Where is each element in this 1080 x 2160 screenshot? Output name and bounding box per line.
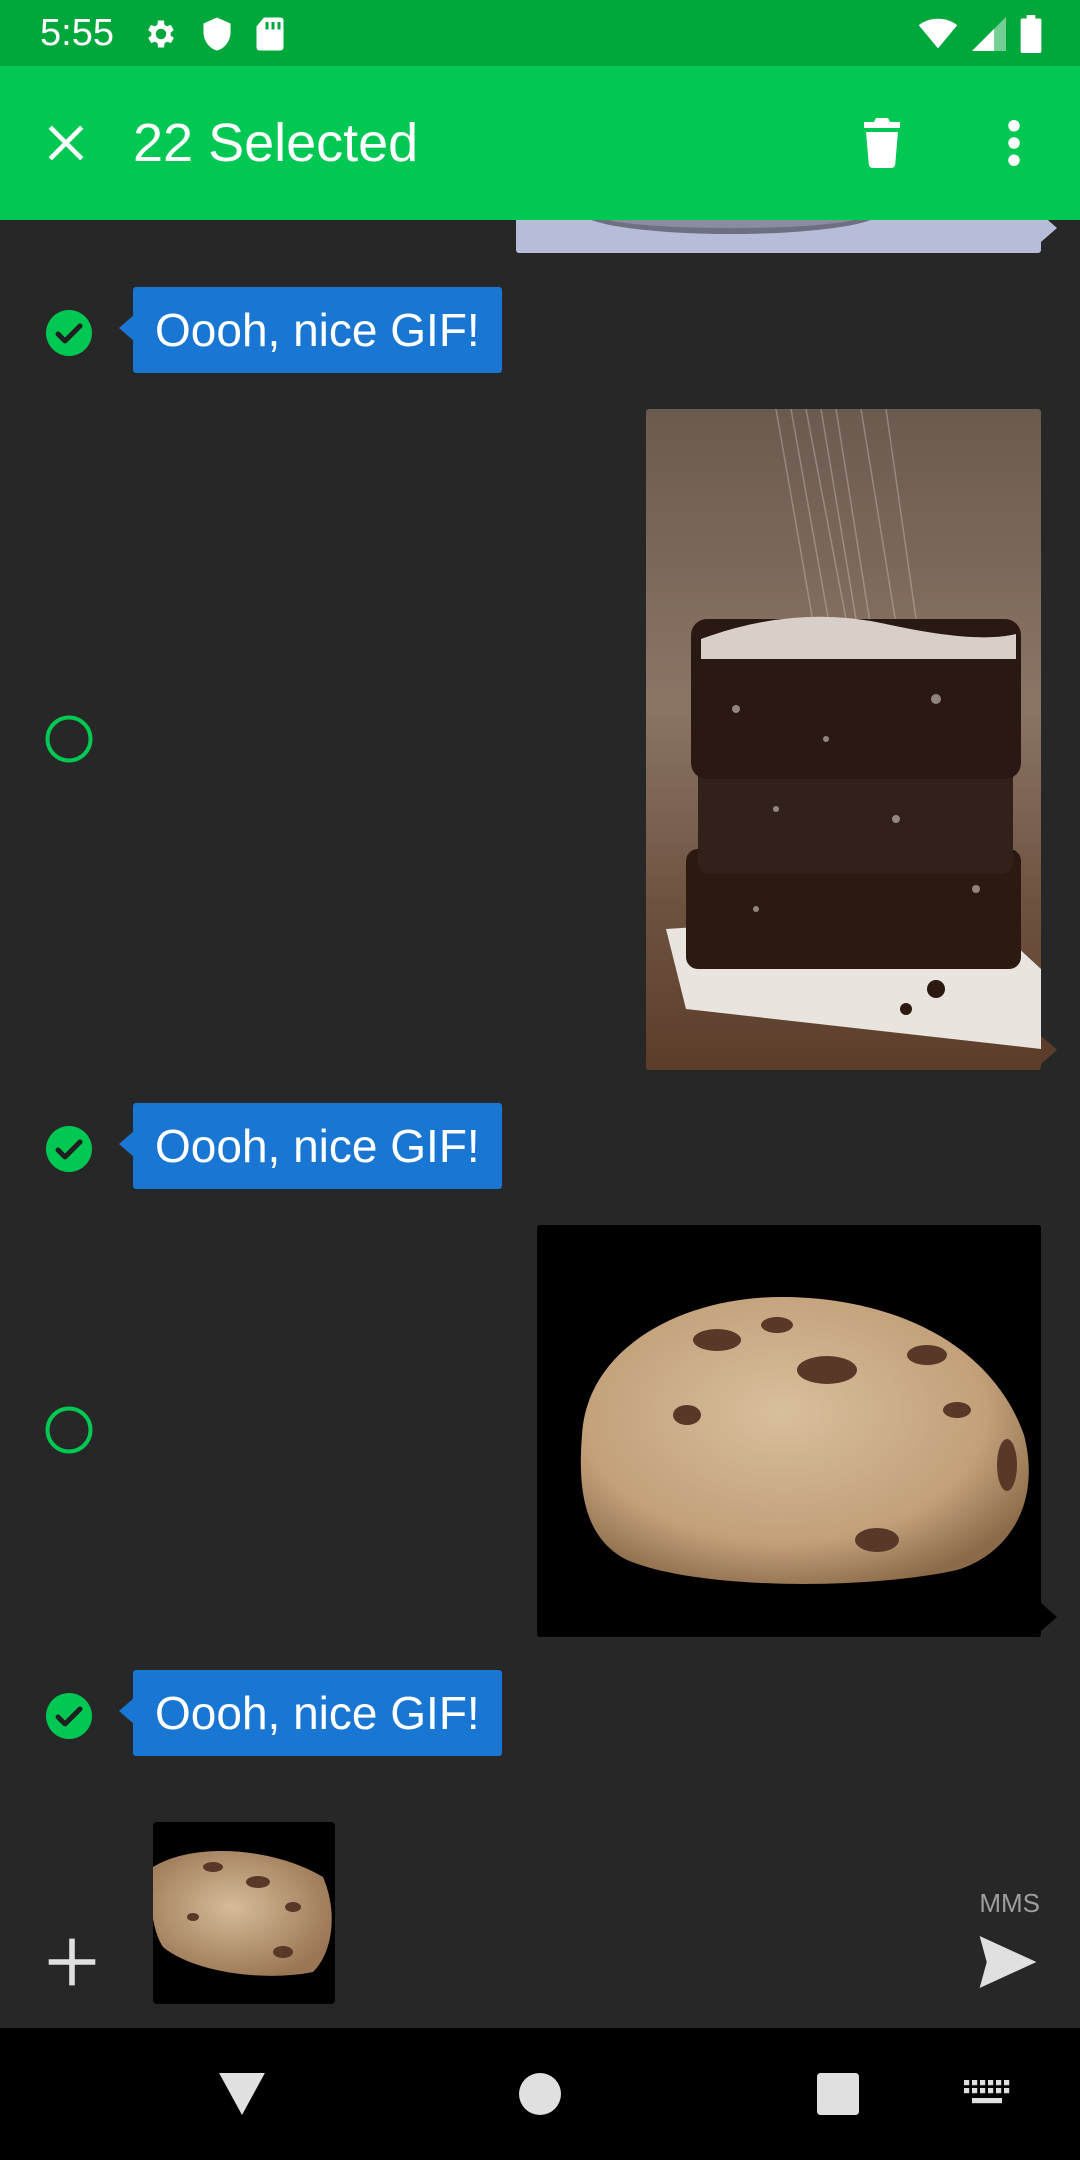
- message-bubble[interactable]: Oooh, nice GIF!: [119, 1103, 502, 1189]
- bubble-tail: [119, 1697, 135, 1725]
- selection-app-bar: 22 Selected: [0, 66, 1080, 220]
- nav-home-button[interactable]: [496, 2050, 584, 2138]
- attachment-thumbnail[interactable]: [153, 1822, 335, 2004]
- status-bar: 5:55: [0, 0, 1080, 66]
- message-text: Oooh, nice GIF!: [155, 304, 480, 356]
- home-circle-icon: [519, 2073, 561, 2115]
- status-right-icons: [918, 14, 1042, 54]
- nav-keyboard-button[interactable]: [943, 2050, 1031, 2138]
- trash-icon: [864, 118, 900, 168]
- compose-bar: MMS: [0, 1808, 1080, 2028]
- keyboard-icon: [964, 2080, 1010, 2104]
- messaging-screen: 5:55 22 Selected Oooh, nice GIF! Oooh, n…: [0, 0, 1080, 2160]
- gear-icon: [143, 16, 179, 52]
- bubble-tail: [119, 314, 135, 342]
- delete-button[interactable]: [842, 103, 922, 183]
- cell-signal-icon: [972, 17, 1006, 51]
- message-bubble[interactable]: Oooh, nice GIF!: [119, 1670, 502, 1756]
- selected-check-icon[interactable]: [45, 309, 93, 357]
- system-nav-bar: [0, 2028, 1080, 2160]
- selected-check-icon[interactable]: [45, 1125, 93, 1173]
- unselected-circle-icon[interactable]: [45, 715, 93, 763]
- sd-card-icon: [255, 16, 285, 52]
- status-time: 5:55: [40, 12, 114, 54]
- selected-check-icon[interactable]: [45, 1692, 93, 1740]
- send-button[interactable]: [968, 1922, 1048, 2002]
- selection-count-title: 22 Selected: [133, 113, 419, 173]
- close-selection-button[interactable]: [26, 103, 106, 183]
- message-text: Oooh, nice GIF!: [155, 1687, 480, 1739]
- previous-image-message[interactable]: [516, 220, 1041, 253]
- battery-icon: [1020, 15, 1042, 53]
- recents-square-icon: [817, 2073, 859, 2115]
- bubble-tail: [1041, 220, 1057, 242]
- more-options-button[interactable]: [974, 103, 1054, 183]
- send-icon: [979, 1936, 1037, 1988]
- message-text: Oooh, nice GIF!: [155, 1120, 480, 1172]
- more-vert-icon: [1008, 120, 1020, 166]
- mms-label: MMS: [979, 1888, 1040, 1918]
- cookie-image-message[interactable]: [537, 1225, 1041, 1637]
- plus-icon: [48, 1938, 96, 1986]
- bubble-tail: [1041, 1036, 1057, 1064]
- message-list[interactable]: Oooh, nice GIF! Oooh, nice GIF! Oooh, ni…: [0, 220, 1080, 1808]
- add-attachment-button[interactable]: [32, 1922, 112, 2002]
- message-bubble[interactable]: Oooh, nice GIF!: [119, 287, 502, 373]
- back-triangle-icon: [219, 2073, 265, 2115]
- bubble-tail: [1041, 1603, 1057, 1631]
- bubble-tail: [119, 1130, 135, 1158]
- nav-recents-button[interactable]: [794, 2050, 882, 2138]
- unselected-circle-icon[interactable]: [45, 1406, 93, 1454]
- status-left-icons: [143, 14, 285, 54]
- brownie-image-message[interactable]: [646, 409, 1041, 1070]
- nav-back-button[interactable]: [198, 2050, 286, 2138]
- wifi-icon: [918, 18, 958, 50]
- shield-icon: [201, 16, 233, 52]
- close-icon: [48, 125, 84, 161]
